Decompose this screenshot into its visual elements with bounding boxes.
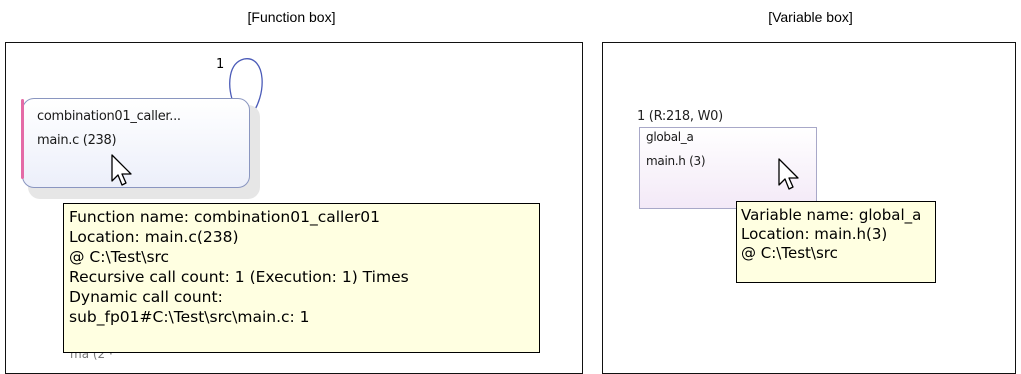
variable-node-name: global_a — [646, 130, 694, 144]
function-node-name: combination01_caller... — [37, 109, 181, 124]
variable-tooltip: Variable name: global_a Location: main.h… — [736, 201, 936, 283]
tooltip-line: Variable name: global_a — [741, 206, 922, 224]
function-box-panel: 1 combination01_caller... main.c (238) m… — [5, 42, 583, 374]
tooltip-line: Dynamic call count: — [69, 288, 223, 306]
variable-box-caption: [Variable box] — [768, 9, 853, 25]
function-node-location: main.c (238) — [37, 133, 117, 148]
mouse-pointer-icon — [778, 158, 799, 190]
tooltip-line: @ C:\Test\src — [69, 248, 170, 266]
tooltip-line: Location: main.h(3) — [741, 225, 888, 243]
function-node-accent — [21, 99, 24, 179]
tooltip-line: Function name: combination01_caller01 — [69, 208, 380, 226]
tooltip-line: Recursive call count: 1 (Execution: 1) T… — [69, 268, 409, 286]
tooltip-line: sub_fp01#C:\Test\src\main.c: 1 — [69, 308, 310, 326]
loop-count-label: 1 — [216, 57, 225, 72]
mouse-pointer-icon — [111, 154, 132, 186]
function-tooltip: Function name: combination01_caller01 Lo… — [63, 203, 540, 353]
variable-box-panel: 1 (R:218, W0) global_a main.h (3) Variab… — [602, 42, 1016, 374]
variable-access-count: 1 (R:218, W0) — [637, 109, 723, 124]
function-node[interactable]: combination01_caller... main.c (238) — [21, 98, 250, 188]
function-box-caption: [Function box] — [247, 9, 336, 25]
tooltip-line: @ C:\Test\src — [741, 244, 838, 262]
variable-node-location: main.h (3) — [646, 154, 706, 168]
tooltip-line: Location: main.c(238) — [69, 228, 239, 246]
